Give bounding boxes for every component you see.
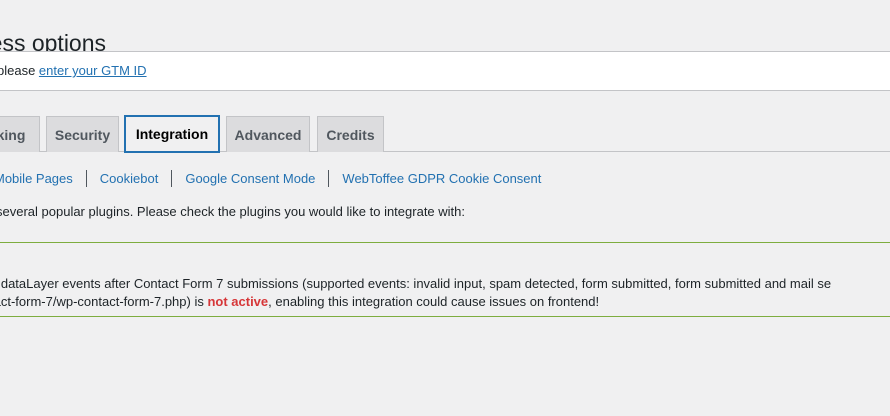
subnav-webtoffee-link[interactable]: WebToffee GDPR Cookie Consent [342,171,541,186]
cf7-status-line: tact-form-7/wp-contact-form-7.php) is no… [0,293,831,311]
cf7-description-line: e dataLayer events after Contact Form 7 … [0,276,832,291]
section-divider-bottom [0,316,890,317]
tab-tracking[interactable]: king [0,116,40,152]
cf7-not-active-warning: not active [207,294,269,309]
subnav-amp-link[interactable]: Mobile Pages [0,171,73,186]
tab-advanced[interactable]: Advanced [226,116,310,152]
subnav-separator [171,169,173,187]
enter-gtm-id-link[interactable]: enter your GTM ID [39,63,147,78]
subnav-cookiebot-link[interactable]: Cookiebot [100,171,159,186]
tab-security[interactable]: Security [46,116,119,152]
cf7-integration-description: e dataLayer events after Contact Form 7 … [0,275,831,311]
subnav-separator [85,169,87,187]
tab-integration[interactable]: Integration [124,115,220,153]
tab-credits[interactable]: Credits [317,116,384,152]
subnav-google-consent-mode-link[interactable]: Google Consent Mode [185,171,315,186]
cf7-plugin-path: tact-form-7/wp-contact-form-7.php) is [0,294,208,309]
integration-subnav: Mobile Pages Cookiebot Google Consent Mo… [0,169,541,187]
gtm-id-notice: please enter your GTM ID [0,51,890,91]
section-divider-top [0,242,890,243]
subnav-separator [328,169,330,187]
cf7-warning-suffix: , enabling this integration could cause … [268,294,600,309]
integration-intro: several popular plugins. Please check th… [0,204,465,219]
settings-tabs: king Security Integration Advanced Credi… [0,115,890,153]
notice-text: please [0,63,39,78]
